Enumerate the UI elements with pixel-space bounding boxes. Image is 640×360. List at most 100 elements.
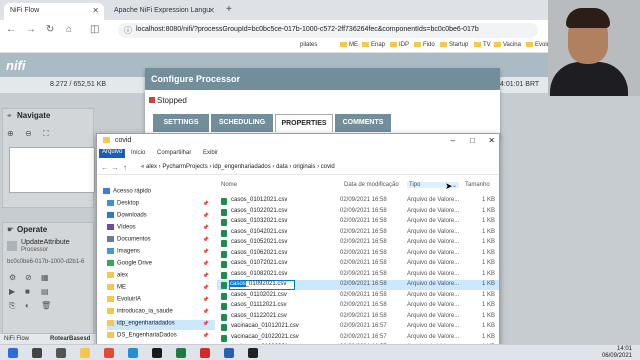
extension-icon[interactable]: ◫ [90, 24, 99, 35]
stop-icon[interactable]: ■ [25, 287, 30, 296]
edge-icon[interactable] [128, 348, 138, 358]
zoom-in-icon[interactable]: ⊕ [7, 129, 14, 138]
file-row[interactable]: vacinacao_01022021.csv 02/09/2021 16:57 Ar… [217, 333, 499, 343]
bookmark-item[interactable]: Enap [362, 42, 385, 48]
pin-icon[interactable]: 📌 [203, 213, 209, 219]
disable-icon[interactable]: ⊘ [25, 273, 32, 282]
close-icon[interactable]: ✕ [208, 6, 215, 15]
tab-settings[interactable]: SETTINGS [153, 114, 209, 132]
pycharm-icon[interactable] [152, 348, 162, 358]
birdseye-view[interactable] [9, 147, 95, 193]
file-row[interactable]: casos_01052021.csv 02/09/2021 16:58 Arquiv… [217, 238, 499, 248]
pin-icon[interactable]: 📌 [203, 249, 209, 255]
file-row[interactable]: casos_01122021.csv 02/09/2021 16:58 Arquiv… [217, 312, 499, 322]
file-explorer-icon[interactable] [80, 348, 90, 358]
nav-item[interactable]: ME 📌 [107, 284, 215, 294]
new-tab-button[interactable]: + [226, 4, 232, 15]
nav-item[interactable]: introducao_ia_saude 📌 [107, 308, 215, 318]
search-icon[interactable] [32, 348, 42, 358]
maximize-icon[interactable]: □ [470, 136, 475, 145]
bookmark-item[interactable]: ME [340, 42, 358, 48]
bookmark-item[interactable]: TV [474, 42, 491, 48]
fit-icon[interactable]: ⛶ [43, 129, 49, 139]
tab-comments[interactable]: COMMENTS [335, 114, 391, 132]
play-icon[interactable]: ▶ [9, 287, 15, 296]
pin-icon[interactable]: 📌 [203, 297, 209, 303]
excel-icon[interactable] [176, 348, 186, 358]
word-icon[interactable] [224, 348, 234, 358]
pin-icon[interactable]: 📌 [203, 237, 209, 243]
forward-icon[interactable]: → [26, 24, 36, 35]
home-icon[interactable]: ⌂ [66, 24, 72, 35]
close-icon[interactable]: ✕ [92, 6, 99, 15]
file-row[interactable]: vacinacao_01012021.csv 02/09/2021 16:57 Ar… [217, 322, 499, 332]
tab-properties[interactable]: PROPERTIES [275, 114, 333, 132]
reload-icon[interactable]: ↻ [46, 24, 54, 35]
copy-icon[interactable]: ⎘ [9, 301, 15, 311]
ribbon-tab-compartilhar[interactable]: Compartilhar [157, 150, 191, 156]
file-row[interactable]: casos_01032021.csv 02/09/2021 16:58 Arquiv… [217, 217, 499, 227]
pin-icon[interactable]: 📌 [203, 261, 209, 267]
nav-item[interactable]: Desktop 📌 [107, 200, 215, 210]
pin-icon[interactable]: 📌 [203, 309, 209, 315]
nav-item[interactable]: Documentos 📌 [107, 236, 215, 246]
nav-item[interactable]: alex 📌 [107, 272, 215, 282]
file-row[interactable]: casos_01042021.csv 02/09/2021 16:58 Arquiv… [217, 228, 499, 238]
zoom-out-icon[interactable]: ⊖ [25, 129, 32, 138]
file-row[interactable]: casos_01062021.csv 02/09/2021 16:58 Arquiv… [217, 249, 499, 259]
windows-start-icon[interactable] [8, 348, 18, 358]
task-view-icon[interactable] [56, 348, 66, 358]
close-icon[interactable]: ✕ [488, 136, 495, 145]
nav-item[interactable]: Vídeos 📌 [107, 224, 215, 234]
bookmark-item[interactable]: IDP [390, 42, 409, 48]
file-row[interactable]: casos_01012021.csv 02/09/2021 16:58 Arquiv… [217, 196, 499, 206]
nav-item[interactable]: DS_EngenhariaDados 📌 [107, 332, 215, 342]
info-icon[interactable]: ⓘ [124, 25, 132, 36]
breadcrumb-root[interactable]: NiFi Flow [4, 336, 29, 342]
pin-icon[interactable]: 📌 [203, 285, 209, 291]
nav-item[interactable]: Google Drive 📌 [107, 260, 215, 270]
file-row[interactable]: casos_01022021.csv 02/09/2021 16:58 Arquiv… [217, 207, 499, 217]
ribbon-tab-inicio[interactable]: Início [131, 150, 145, 156]
minimize-icon[interactable]: – [451, 136, 455, 145]
acrobat-icon[interactable] [200, 348, 210, 358]
pin-icon[interactable]: 📌 [203, 225, 209, 231]
cube-icon[interactable]: ▦ [41, 273, 49, 282]
forward-icon[interactable]: → [111, 163, 119, 172]
address-bar[interactable]: ⓘ localhost:8080/nifi/?processGroupId=bc… [118, 23, 538, 38]
column-date[interactable]: Data de modificação [344, 182, 399, 188]
nav-item[interactable]: Downloads 📌 [107, 212, 215, 222]
delete-icon[interactable]: 🗑 [41, 301, 51, 310]
file-row[interactable]: casos_01102021.csv 02/09/2021 16:58 Arquiv… [217, 291, 499, 301]
back-icon[interactable]: ← [6, 24, 16, 35]
tab-scheduling[interactable]: SCHEDULING [211, 114, 273, 132]
rename-input[interactable]: casos_01092021.csv [229, 280, 295, 290]
terminal-icon[interactable] [248, 348, 258, 358]
nav-item[interactable]: idp_engenhariadados 📌 [107, 320, 215, 330]
bookmark-item[interactable]: pilates [300, 42, 317, 48]
back-icon[interactable]: ← [101, 163, 109, 172]
bookmark-item[interactable]: Vacina [494, 42, 521, 48]
bookmark-item[interactable]: Fido [414, 42, 435, 48]
tab-nifi-flow[interactable]: NiFi Flow ✕ [4, 3, 104, 20]
color-icon[interactable]: ◐ [25, 301, 30, 310]
file-row[interactable]: casos_01092021.csv 02/09/2021 16:58 Arquiv… [217, 280, 499, 290]
column-name[interactable]: Nome [221, 182, 237, 188]
bookmark-item[interactable]: Startup [440, 42, 468, 48]
pin-icon[interactable]: 📌 [203, 333, 209, 339]
pin-icon[interactable]: 📌 [203, 201, 209, 207]
nav-item[interactable]: EvoluirIA 📌 [107, 296, 215, 306]
gear-icon[interactable]: ⚙ [9, 273, 16, 282]
pin-icon[interactable]: 📌 [203, 273, 209, 279]
ribbon-tab-arquivo[interactable]: Arquivo [99, 149, 126, 158]
file-row[interactable]: casos_01072021.csv 02/09/2021 16:58 Arquiv… [217, 259, 499, 269]
breadcrumb-current[interactable]: RotearBasesd [50, 336, 90, 342]
tab-expression-language[interactable]: Apache NiFi Expression Langu ✕ [108, 3, 220, 20]
column-size[interactable]: Tamanho [465, 182, 490, 188]
up-icon[interactable]: ↑ [123, 163, 127, 172]
file-row[interactable]: casos_01082021.csv 02/09/2021 16:58 Arquiv… [217, 270, 499, 280]
template-icon[interactable]: ▤ [41, 287, 49, 296]
pin-icon[interactable]: 📌 [203, 321, 209, 327]
file-row[interactable]: casos_01112021.csv 02/09/2021 16:58 Arquiv… [217, 301, 499, 311]
system-clock[interactable]: 14:01 06/09/2021 [602, 346, 632, 360]
